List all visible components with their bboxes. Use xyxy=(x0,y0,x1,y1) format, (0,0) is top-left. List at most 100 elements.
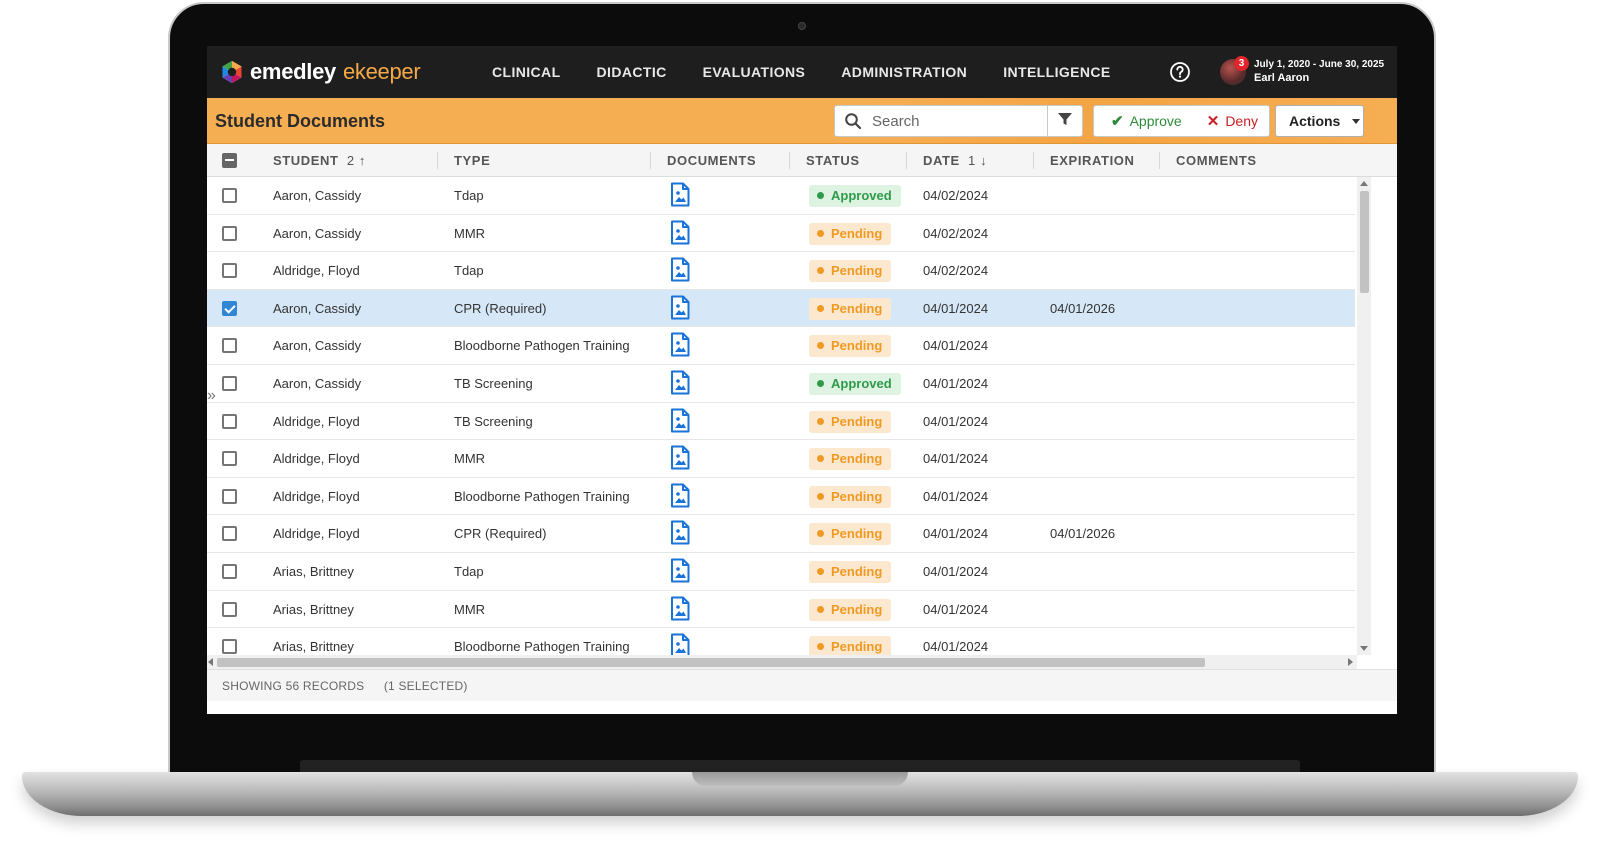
column-status[interactable]: STATUS xyxy=(806,144,860,177)
document-image-icon[interactable] xyxy=(670,596,690,621)
status-badge: Approved xyxy=(809,372,901,395)
status-badge: Pending xyxy=(809,598,892,621)
row-checkbox[interactable] xyxy=(222,263,237,279)
row-checkbox[interactable] xyxy=(222,563,237,579)
cell-student: Aldridge, Floyd xyxy=(273,451,360,467)
nav-intelligence[interactable]: INTELLIGENCE xyxy=(1003,46,1110,98)
status-badge: Pending xyxy=(809,636,892,655)
document-image-icon[interactable] xyxy=(670,295,690,320)
approve-label: Approve xyxy=(1129,113,1182,129)
cell-date: 04/01/2024 xyxy=(923,413,989,429)
document-image-icon[interactable] xyxy=(670,332,690,357)
column-documents[interactable]: DOCUMENTS xyxy=(667,144,756,177)
table-row[interactable]: Aldridge, Floyd TB Screening Pending 04/01/… xyxy=(207,402,1355,441)
row-checkbox[interactable] xyxy=(222,225,237,241)
notification-badge[interactable]: 3 xyxy=(1234,56,1249,71)
status-dot-icon xyxy=(817,192,824,199)
status-dot-icon xyxy=(817,492,824,500)
column-date[interactable]: DATE 1 ↓ xyxy=(923,144,987,177)
table-row[interactable]: Aaron, Cassidy Tdap Approved 04/02/2024 xyxy=(207,177,1355,215)
table-row[interactable]: Aaron, Cassidy MMR Pending 04/02/2024 xyxy=(207,214,1355,253)
document-image-icon[interactable] xyxy=(670,257,690,282)
row-checkbox[interactable] xyxy=(222,338,237,354)
horizontal-scroll-thumb[interactable] xyxy=(217,658,1205,667)
nav-administration[interactable]: ADMINISTRATION xyxy=(841,46,967,98)
table-row[interactable]: Aaron, Cassidy TB Screening Approved 04/01/… xyxy=(207,364,1355,403)
caret-down-icon xyxy=(1352,118,1361,124)
table-row[interactable]: Aldridge, Floyd Tdap Pending 04/02/2024 xyxy=(207,252,1355,290)
table-row[interactable]: Aldridge, Floyd MMR Pending 04/01/2024 xyxy=(207,440,1355,478)
row-checkbox[interactable] xyxy=(222,188,237,203)
row-checkbox[interactable] xyxy=(222,451,237,467)
status-badge: Pending xyxy=(809,410,892,433)
cell-expiration: 04/01/2026 xyxy=(1050,300,1116,316)
scroll-right-icon[interactable] xyxy=(1348,658,1353,666)
table-row[interactable]: Aldridge, Floyd Bloodborne Pathogen Train… xyxy=(207,477,1355,516)
column-student[interactable]: STUDENT 2 ↑ xyxy=(273,144,366,177)
document-image-icon[interactable] xyxy=(670,483,690,508)
filter-button[interactable] xyxy=(1047,105,1083,137)
table-row[interactable]: Arias, Brittney Tdap Pending 04/01/2024 xyxy=(207,552,1355,591)
scroll-up-icon[interactable] xyxy=(1360,181,1368,186)
cell-date: 04/01/2024 xyxy=(923,526,989,542)
table-row[interactable]: Arias, Brittney MMR Pending 04/01/2024 xyxy=(207,590,1355,629)
status-dot-icon xyxy=(817,643,824,651)
document-image-icon[interactable] xyxy=(670,633,690,655)
search-input[interactable] xyxy=(872,112,1032,130)
row-checkbox[interactable] xyxy=(222,375,237,391)
table-row[interactable]: Aldridge, Floyd CPR (Required) Pending 04/0… xyxy=(207,515,1355,553)
column-divider xyxy=(437,152,438,169)
column-type[interactable]: TYPE xyxy=(454,144,490,177)
row-checkbox[interactable] xyxy=(222,639,237,655)
scroll-left-icon[interactable] xyxy=(208,658,213,666)
table-row[interactable]: Aaron, Cassidy Bloodborne Pathogen Traini… xyxy=(207,327,1355,365)
scroll-down-icon[interactable] xyxy=(1360,646,1368,651)
cell-student: Aaron, Cassidy xyxy=(273,300,362,316)
column-comments[interactable]: COMMENTS xyxy=(1176,144,1257,177)
table-footer: SHOWING 56 RECORDS (1 SELECTED) xyxy=(207,669,1397,701)
actions-label: Actions xyxy=(1289,113,1341,129)
approve-button[interactable]: ✔ Approve xyxy=(1111,112,1182,130)
vertical-scroll-thumb[interactable] xyxy=(1360,191,1369,293)
row-checkbox[interactable] xyxy=(222,601,237,617)
document-image-icon[interactable] xyxy=(670,370,690,395)
document-image-icon[interactable] xyxy=(670,220,690,245)
nav-didactic[interactable]: DIDACTIC xyxy=(597,46,667,98)
row-checkbox[interactable] xyxy=(222,300,237,316)
cell-student: Arias, Brittney xyxy=(273,601,354,617)
row-checkbox[interactable] xyxy=(222,413,237,429)
document-image-icon[interactable] xyxy=(670,408,690,433)
nav-evaluations[interactable]: EVALUATIONS xyxy=(703,46,806,98)
row-checkbox[interactable] xyxy=(222,488,237,504)
table-row[interactable]: Aaron, Cassidy CPR (Required) Pending 04/01… xyxy=(207,289,1355,328)
horizontal-scrollbar[interactable] xyxy=(207,655,1357,669)
document-image-icon[interactable] xyxy=(670,182,690,207)
column-divider xyxy=(650,152,651,169)
document-image-icon[interactable] xyxy=(670,445,690,470)
status-dot-icon xyxy=(817,267,824,275)
help-circle-icon[interactable] xyxy=(1169,61,1191,83)
column-expiration[interactable]: EXPIRATION xyxy=(1050,144,1135,177)
deny-button[interactable]: ✕ Deny xyxy=(1207,112,1258,130)
logo-hexagon-icon xyxy=(220,60,244,84)
table-row[interactable]: Arias, Brittney Bloodborne Pathogen Train… xyxy=(207,628,1355,655)
user-menu[interactable]: 3 July 1, 2020 - June 30, 2025 Earl Aaro… xyxy=(1220,56,1384,88)
select-all-checkbox[interactable] xyxy=(222,153,237,168)
cell-date: 04/01/2024 xyxy=(923,563,989,579)
cell-type: TB Screening xyxy=(454,375,533,391)
app-logo[interactable]: emedley ekeeper xyxy=(220,59,421,85)
page-title: Student Documents xyxy=(215,111,386,131)
nav-clinical[interactable]: CLINICAL xyxy=(492,46,561,98)
cell-type: CPR (Required) xyxy=(454,526,547,542)
actions-dropdown[interactable]: Actions xyxy=(1275,105,1364,137)
laptop-notch xyxy=(692,772,908,786)
vertical-scrollbar[interactable] xyxy=(1357,177,1371,655)
document-image-icon[interactable] xyxy=(670,558,690,583)
user-date-range: July 1, 2020 - June 30, 2025 xyxy=(1254,59,1385,70)
expand-sidebar-icon[interactable]: » xyxy=(207,384,221,408)
document-image-icon[interactable] xyxy=(670,520,690,545)
row-checkbox[interactable] xyxy=(222,526,237,542)
cell-date: 04/02/2024 xyxy=(923,225,989,241)
status-dot-icon xyxy=(817,530,824,538)
status-dot-icon xyxy=(817,455,824,463)
